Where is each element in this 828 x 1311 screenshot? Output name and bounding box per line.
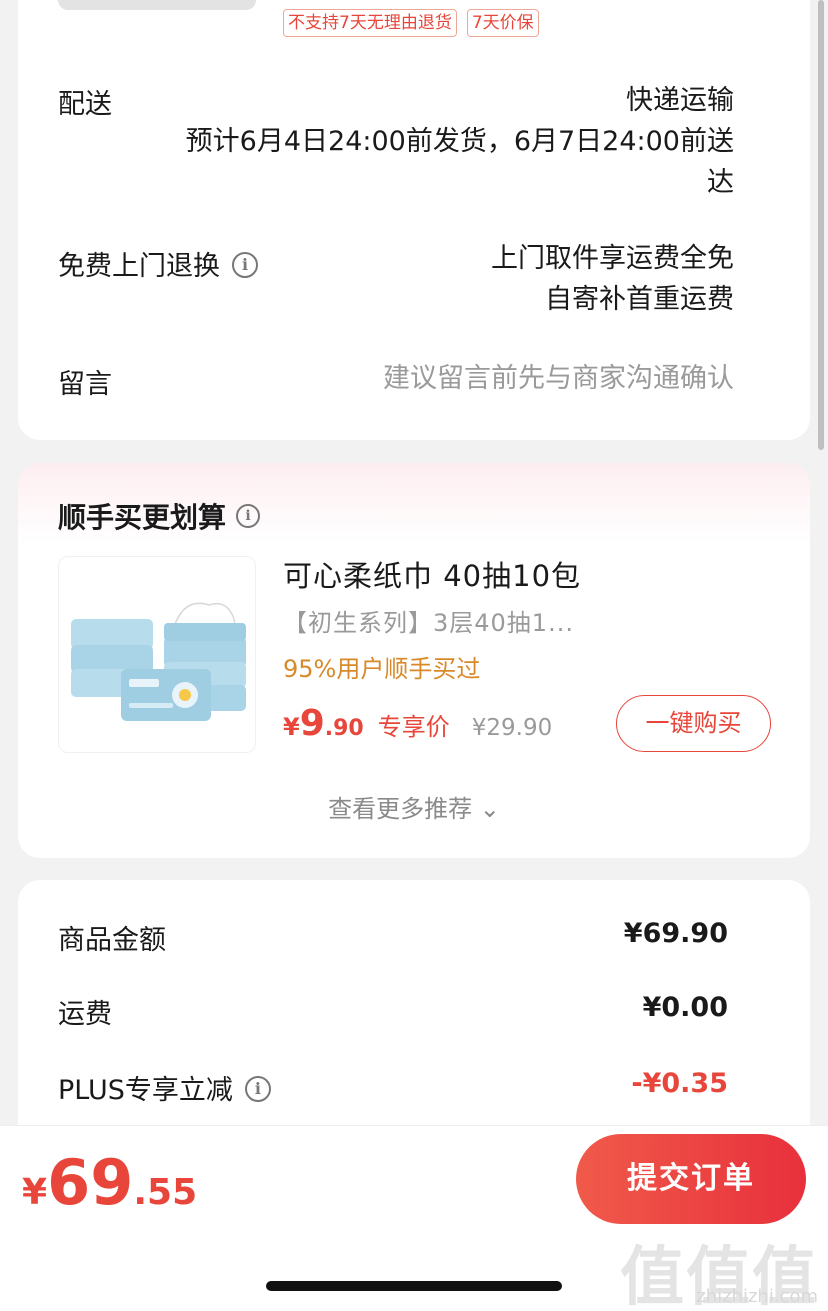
total-symbol: ¥ [22,1172,48,1213]
info-icon[interactable]: i [236,504,261,528]
product-thumbnail-edge [58,0,256,10]
price-symbol: ¥ [283,713,300,741]
message-input[interactable]: 建议留言前先与商家沟通确认 [383,358,734,399]
total-integer: 69 [47,1146,134,1219]
product-image[interactable] [58,556,256,753]
return-service-row: 免费上门退换 i [58,244,258,283]
home-indicator[interactable] [266,1281,562,1291]
info-icon[interactable]: i [232,251,258,278]
total-decimal: .55 [133,1172,198,1213]
purchase-hint: 95%用户顺手买过 [283,655,481,683]
info-icon[interactable]: i [244,1075,271,1102]
watermark-url: zhizhizhi.com [696,1286,818,1307]
shipping-label: 运费 [58,999,112,1030]
tissue-pack-image [71,602,246,721]
delivery-eta: 预计6月4日24:00前发货，6月7日24:00前送 [185,126,734,157]
scrollbar[interactable] [818,0,824,450]
service-tags: 不支持7天无理由退货 7天价保 [283,9,539,37]
recommend-title-row: 顺手买更划算 i [58,496,261,536]
return-service-line1: 上门取件享运费全免 [491,243,734,274]
product-name[interactable]: 可心柔纸巾 40抽10包 [283,553,581,595]
delivery-eta-cont: 达 [707,167,734,198]
recommend-card: 顺手买更划算 i 可心柔纸巾 40抽10包 【初生系列】3层40抽1... 95%… [18,463,810,858]
total-price: ¥ 69 .55 [22,1146,197,1219]
no-return-tag: 不支持7天无理由退货 [283,9,457,37]
price-protect-tag: 7天价保 [466,9,539,37]
goods-amount-value: ¥69.90 [623,918,728,949]
goods-amount-label: 商品金额 [58,925,166,956]
price-decimal: .90 [324,716,364,741]
plus-discount-value: -¥0.35 [631,1068,728,1099]
plus-discount-label: PLUS专享立减 [58,1075,233,1106]
original-price: ¥29.90 [471,715,553,741]
message-label: 留言 [58,369,112,400]
exclusive-price-label: 专享价 [377,713,450,741]
return-service-line2: 自寄补首重运费 [545,284,734,315]
checkout-bar: ¥ 69 .55 提交订单 值值值 zhizhizhi.com [0,1125,828,1311]
price-integer: 9 [299,703,325,744]
return-service-label: 免费上门退换 [58,251,220,282]
price-row: ¥ 9 .90 专享价 ¥29.90 [283,703,552,744]
product-subtitle: 【初生系列】3层40抽1... [283,609,574,637]
return-service-info: 上门取件享运费全免 自寄补首重运费 [491,238,734,320]
shipping-value: ¥0.00 [642,992,728,1023]
recommend-title: 顺手买更划算 [58,501,227,534]
one-click-buy-button[interactable]: 一键购买 [616,695,771,752]
delivery-method: 快递运输 [626,85,734,116]
plus-discount-row: PLUS专享立减 i [58,1068,271,1107]
delivery-label: 配送 [58,89,112,120]
more-recommendations-link[interactable]: 查看更多推荐 ⌄ [18,789,810,824]
submit-order-button[interactable]: 提交订单 [576,1134,806,1224]
delivery-info[interactable]: 快递运输 预计6月4日24:00前发货，6月7日24:00前送 达 [186,80,734,203]
